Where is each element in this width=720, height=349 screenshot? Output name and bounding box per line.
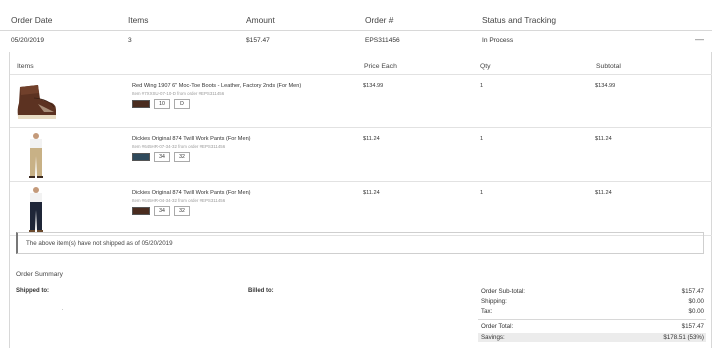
item-qty: 1: [480, 83, 484, 89]
item-price: $11.24: [363, 190, 380, 196]
totals-divider: [478, 319, 706, 320]
address-placeholder: [62, 309, 63, 310]
inseam-badge: 32: [174, 152, 190, 162]
order-summary-title: Order Summary: [16, 271, 63, 278]
order-list-header: Order Date Items Amount Order # Status a…: [0, 0, 712, 31]
item-subtotal: $134.99: [595, 83, 616, 89]
items-header: Items: [17, 63, 34, 70]
subtotal-value: $157.47: [681, 288, 704, 295]
order-status: In Process: [482, 37, 514, 44]
item-sku: Item #645HR-07-34-32 from order #EPS3114…: [132, 144, 226, 149]
khaki-pants-icon: [29, 133, 43, 178]
col-order-date: Order Date: [11, 15, 53, 25]
item-name[interactable]: Dickies Original 874 Twill Work Pants (F…: [132, 136, 251, 142]
col-status: Status and Tracking: [482, 15, 557, 25]
order-total-label: Order Total:: [481, 323, 514, 330]
item-row: Dickies Original 874 Twill Work Pants (F…: [10, 128, 712, 182]
shipping-label: Shipping:: [481, 298, 507, 305]
qty-header: Qty: [480, 63, 491, 70]
item-name[interactable]: Red Wing 1907 6" Moc-Toe Boots - Leather…: [132, 83, 301, 89]
savings-label: Savings:: [481, 334, 505, 341]
inseam-badge: 32: [174, 206, 190, 216]
tax-row: Tax: $0.00: [478, 307, 706, 316]
col-order-number: Order #: [365, 15, 394, 25]
tax-value: $0.00: [688, 308, 704, 315]
order-total-row: Order Total: $157.47: [478, 322, 706, 331]
item-subtotal: $11.24: [595, 136, 612, 142]
price-header: Price Each: [364, 63, 397, 70]
order-row[interactable]: 05/20/2019 3 $157.47 EPS311456 In Proces…: [0, 31, 712, 51]
waist-badge: 34: [154, 152, 170, 162]
order-amount: $157.47: [246, 37, 270, 44]
item-sku: Item #645HR-04-34-32 from order #EPS3114…: [132, 198, 226, 203]
item-price: $134.99: [363, 83, 384, 89]
shipping-value: $0.00: [688, 298, 704, 305]
col-items: Items: [128, 15, 149, 25]
color-swatch: [132, 100, 150, 108]
item-subtotal: $11.24: [595, 190, 612, 196]
billed-to-label: Billed to:: [248, 288, 274, 294]
brown-boot-icon: [17, 85, 57, 119]
item-name[interactable]: Dickies Original 874 Twill Work Pants (F…: [132, 190, 251, 196]
order-items-count: 3: [128, 37, 132, 44]
savings-value: $178.51 (53%): [663, 334, 704, 341]
item-qty: 1: [480, 136, 484, 142]
color-swatch: [132, 153, 150, 161]
width-badge: D: [174, 99, 190, 109]
item-price: $11.24: [363, 136, 380, 142]
item-qty: 1: [480, 190, 484, 196]
navy-pants-icon: [29, 187, 43, 232]
item-row: Dickies Original 874 Twill Work Pants (F…: [10, 182, 712, 236]
color-swatch: [132, 207, 150, 215]
subtotal-label: Order Sub-total:: [481, 288, 526, 295]
order-date: 05/20/2019: [11, 37, 45, 44]
shipping-row: Shipping: $0.00: [478, 297, 706, 306]
savings-row: Savings: $178.51 (53%): [478, 333, 706, 342]
item-row: Red Wing 1907 6" Moc-Toe Boots - Leather…: [10, 74, 712, 128]
order-number: EPS311456: [365, 37, 400, 44]
size-badge: 10: [154, 99, 170, 109]
shipping-notice: The above item(s) have not shipped as of…: [16, 232, 704, 254]
shipped-to-label: Shipped to:: [16, 288, 49, 294]
collapse-button[interactable]: —: [695, 34, 704, 44]
subtotal-row: Order Sub-total: $157.47: [478, 287, 706, 296]
item-sku: Item #7XXSU-07-10-D from order #EPS31145…: [132, 91, 225, 96]
subtotal-header: Subtotal: [596, 63, 621, 70]
tax-label: Tax:: [481, 308, 493, 315]
waist-badge: 34: [154, 206, 170, 216]
order-total-value: $157.47: [681, 323, 704, 330]
col-amount: Amount: [246, 15, 275, 25]
